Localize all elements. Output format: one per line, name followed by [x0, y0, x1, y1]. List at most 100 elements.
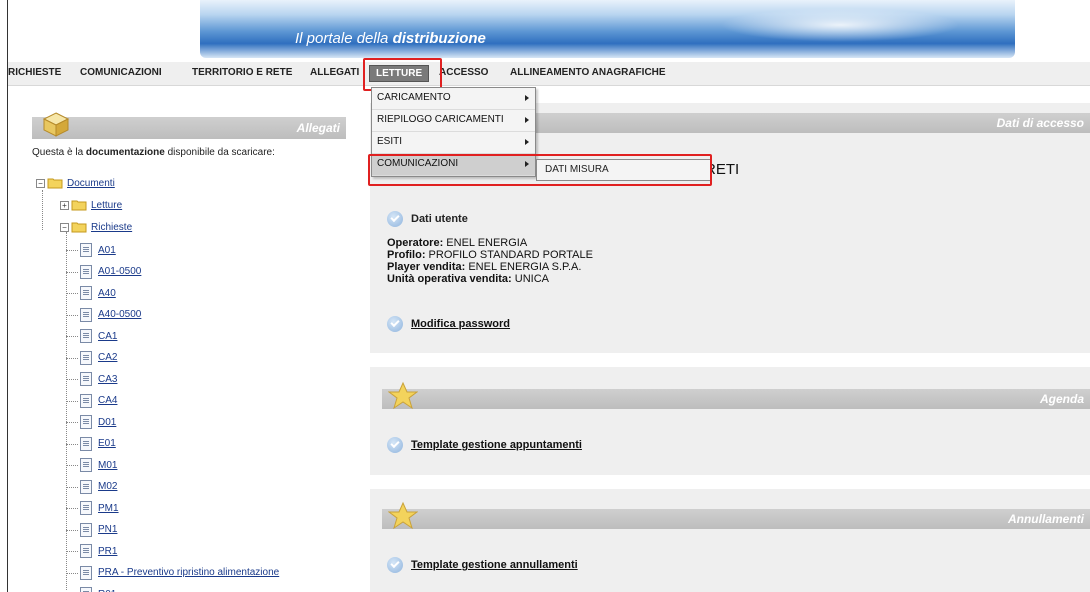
tree-link-document[interactable]: A40 [98, 288, 116, 299]
operatore-label: Operatore: [387, 237, 444, 249]
tree-node-document[interactable]: M01 [80, 458, 117, 472]
portal-title: Il portale della distribuzione [295, 30, 486, 47]
agenda-panel: Agenda Template gestione appuntamenti [370, 367, 1090, 475]
tree-link-document[interactable]: CA3 [98, 374, 117, 385]
tree-node-richieste[interactable]: − Richieste [60, 221, 132, 233]
tree-node-document[interactable]: CA1 [80, 329, 117, 343]
modifica-password-row[interactable]: Modifica password [387, 316, 510, 332]
menu-item-esiti[interactable]: ESITI [372, 132, 535, 154]
menu-item-caricamento[interactable]: CARICAMENTO [372, 88, 535, 110]
tree-link-document[interactable]: PR1 [98, 546, 117, 557]
tree-connector [66, 293, 78, 294]
tree-node-document[interactable]: PR1 [80, 544, 117, 558]
submenu-arrow-icon [525, 95, 529, 101]
nav-accesso[interactable]: ACCESSO [439, 67, 488, 78]
profilo-value: PROFILO STANDARD PORTALE [425, 249, 593, 261]
tree-link-documenti[interactable]: Documenti [67, 178, 115, 189]
tree-node-document[interactable]: A40 [80, 286, 116, 300]
tree-link-document[interactable]: PM1 [98, 503, 119, 514]
tree-link-document[interactable]: CA1 [98, 331, 117, 342]
menu-item-comunicazioni-label: COMUNICAZIONI [377, 158, 459, 169]
tree-connector [66, 250, 78, 251]
tree-connector [66, 465, 78, 466]
tree-link-document[interactable]: D01 [98, 417, 116, 428]
collapse-icon[interactable]: − [36, 178, 45, 188]
annullamenti-template-row[interactable]: Template gestione annullamenti [387, 557, 578, 573]
tree-link-document[interactable]: E01 [98, 438, 116, 449]
document-icon [80, 307, 92, 322]
player-label: Player vendita: [387, 261, 466, 273]
tree-link-document[interactable]: M02 [98, 481, 117, 492]
access-title: Dati di accesso [996, 116, 1084, 130]
unita-label: Unità operativa vendita: [387, 273, 512, 285]
intro-suffix: disponibile da scaricare: [164, 147, 275, 158]
nav-letture[interactable]: LETTURE [369, 65, 430, 82]
check-icon [387, 437, 403, 453]
tree-node-document[interactable]: D01 [80, 415, 116, 429]
menu-item-comunicazioni[interactable]: COMUNICAZIONI [372, 154, 535, 176]
submenu-dati-misura[interactable]: DATI MISURA [536, 159, 711, 181]
portal-title-prefix: Il portale [295, 30, 357, 47]
tree-link-richieste[interactable]: Richieste [91, 222, 132, 233]
tree-connector [42, 190, 43, 230]
tree-node-document[interactable]: PN1 [80, 522, 117, 537]
tree-node-document[interactable]: R01 [80, 587, 116, 592]
tree-node-document[interactable]: A40-0500 [80, 307, 141, 322]
document-icon [80, 415, 92, 429]
tree-node-document[interactable]: M02 [80, 479, 117, 494]
tree-node-document[interactable]: CA3 [80, 372, 117, 386]
tree-link-document[interactable]: R01 [98, 589, 116, 592]
tree-link-document[interactable]: A40-0500 [98, 309, 141, 320]
document-icon [80, 458, 92, 472]
template-annullamenti-link[interactable]: Template gestione annullamenti [411, 559, 578, 571]
portal-title-bold: distribuzione [392, 30, 486, 47]
tree-link-document[interactable]: M01 [98, 460, 117, 471]
tree-node-document[interactable]: A01-0500 [80, 264, 141, 279]
nav-allegati[interactable]: ALLEGATI [310, 67, 359, 78]
allegati-title: Allegati [296, 121, 340, 135]
submenu-arrow-icon [525, 161, 529, 167]
tree-link-document[interactable]: CA2 [98, 352, 117, 363]
banner-glow [720, 8, 960, 42]
player-line: Player vendita: ENEL ENERGIA S.P.A. [387, 261, 581, 273]
tree-node-document[interactable]: CA2 [80, 350, 117, 365]
expand-icon[interactable]: + [60, 200, 69, 210]
tree-connector [66, 400, 78, 402]
document-icon [80, 243, 92, 257]
document-icon [80, 372, 92, 386]
window-left-border [0, 0, 8, 592]
agenda-header: Agenda [382, 381, 1090, 410]
tree-link-document[interactable]: PN1 [98, 524, 117, 535]
tree-connector [66, 232, 67, 590]
operatore-value: ENEL ENERGIA [443, 237, 528, 249]
annullamenti-title: Annullamenti [1007, 512, 1084, 526]
unita-line: Unità operativa vendita: UNICA [387, 273, 549, 285]
submenu-arrow-icon [525, 139, 529, 145]
tree-node-documenti[interactable]: − Documenti [36, 177, 115, 189]
nav-comunicazioni[interactable]: COMUNICAZIONI [80, 67, 162, 78]
folder-icon [71, 200, 87, 211]
menu-item-riepilogo-label: RIEPILOGO CARICAMENTI [377, 114, 504, 125]
tree-link-document[interactable]: CA4 [98, 395, 117, 406]
nav-territorio-e-rete[interactable]: TERRITORIO E RETE [192, 67, 292, 78]
tree-node-letture[interactable]: + Letture [60, 199, 122, 211]
tree-connector [66, 551, 78, 552]
nav-richieste[interactable]: RICHIESTE [8, 67, 61, 78]
star-icon [388, 501, 418, 530]
tree-link-document[interactable]: A01 [98, 245, 116, 256]
modifica-password-link[interactable]: Modifica password [411, 318, 510, 330]
tree-node-document[interactable]: A01 [80, 243, 116, 257]
tree-link-document[interactable]: A01-0500 [98, 266, 141, 277]
collapse-icon[interactable]: − [60, 222, 69, 232]
tree-link-letture[interactable]: Letture [91, 200, 122, 211]
tree-link-document[interactable]: PRA - Preventivo ripristino alimentazion… [98, 567, 279, 578]
star-icon [388, 381, 418, 410]
tree-node-document[interactable]: PRA - Preventivo ripristino alimentazion… [80, 565, 279, 580]
template-appuntamenti-link[interactable]: Template gestione appuntamenti [411, 439, 582, 451]
agenda-template-row[interactable]: Template gestione appuntamenti [387, 437, 582, 453]
tree-node-document[interactable]: E01 [80, 436, 116, 451]
tree-node-document[interactable]: CA4 [80, 393, 117, 408]
nav-allineamento-anagrafiche[interactable]: ALLINEAMENTO ANAGRAFICHE [510, 67, 666, 78]
menu-item-riepilogo-caricamenti[interactable]: RIEPILOGO CARICAMENTI [372, 110, 535, 132]
tree-node-document[interactable]: PM1 [80, 501, 119, 515]
